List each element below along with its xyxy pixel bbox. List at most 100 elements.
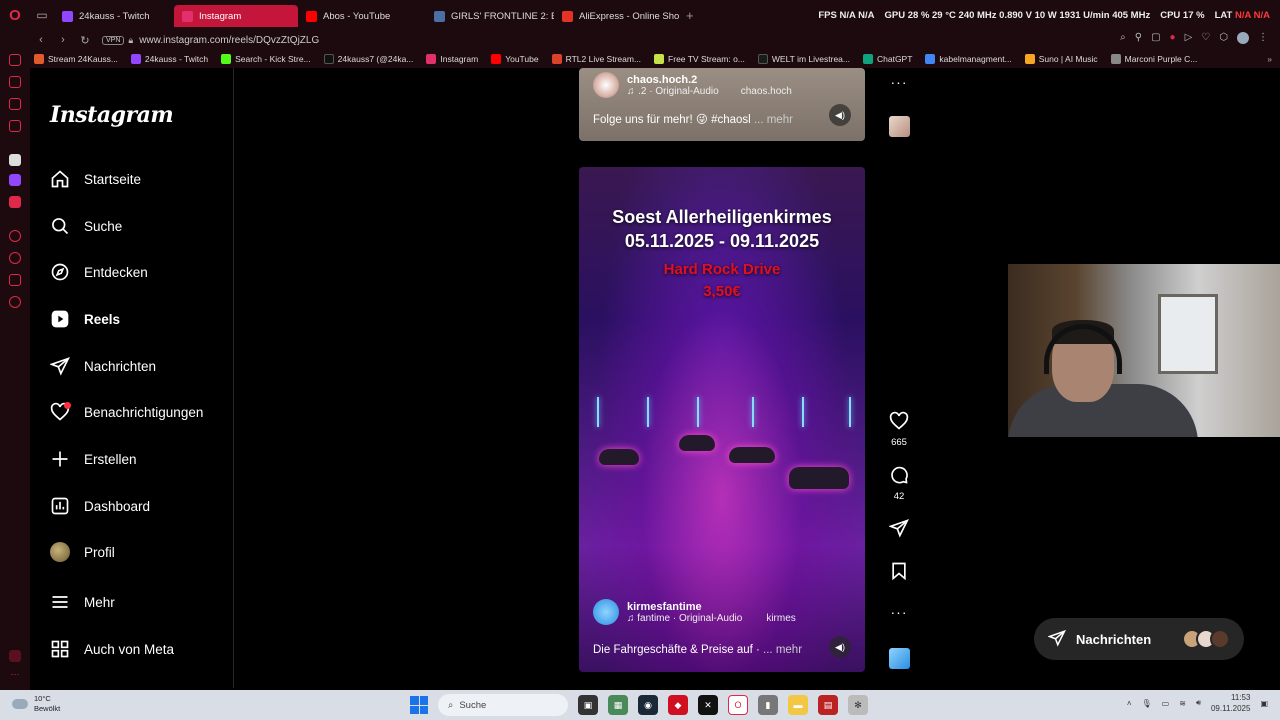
play-icon[interactable]: ▷ xyxy=(1185,32,1193,44)
mouse-app-icon[interactable]: ▮ xyxy=(758,695,778,715)
bookmark-item[interactable]: Marconi Purple C... xyxy=(1110,54,1197,64)
bookmark-item[interactable]: kabelmanagment... xyxy=(925,54,1012,64)
sidebar-settings-icon[interactable] xyxy=(9,296,21,308)
sidebar-chat-icon[interactable] xyxy=(9,76,21,88)
caption-more-link[interactable]: ... mehr xyxy=(763,644,802,656)
reel-current[interactable]: Soest Allerheiligenkirmes 05.11.2025 - 0… xyxy=(579,167,865,672)
bookmark-item[interactable]: 24kauss - Twitch xyxy=(130,54,208,64)
menu-dots-icon[interactable]: ⋮ xyxy=(1258,32,1268,44)
sidebar-music-icon[interactable] xyxy=(9,120,21,132)
app-red-icon[interactable]: ◆ xyxy=(668,695,688,715)
sidebar-extensions-icon[interactable] xyxy=(9,274,21,286)
nav-item-startseite[interactable]: Startseite xyxy=(50,166,141,192)
tab-twitch[interactable]: 24kauss - Twitch xyxy=(54,5,174,27)
app-media-icon[interactable]: ▤ xyxy=(818,695,838,715)
bookmark-item[interactable]: WELT im Livestrea... xyxy=(757,54,850,64)
clock[interactable]: 11:53 09.11.2025 xyxy=(1211,692,1250,714)
sidebar-twitch-icon[interactable] xyxy=(9,174,21,186)
audio-info[interactable]: ♫ .2 · Original-Audio chaos.hoch xyxy=(627,86,792,97)
author-username[interactable]: kirmesfantime xyxy=(627,601,796,613)
mute-button[interactable]: ◀︎) xyxy=(829,104,851,126)
record-icon[interactable]: ● xyxy=(1170,32,1176,44)
vpn-badge[interactable]: VPN xyxy=(102,35,125,45)
messages-pill[interactable]: Nachrichten xyxy=(1034,618,1244,660)
task-view-icon[interactable]: ▣ xyxy=(578,695,598,715)
extensions-icon[interactable]: ⬡ xyxy=(1219,32,1228,44)
reel-caption[interactable]: Folge uns für mehr! 😜 #chaosl ... mehr xyxy=(593,112,793,126)
nav-item-benachrichtigungen[interactable]: Benachrichtigungen xyxy=(50,399,203,425)
volume-icon[interactable]: 🔊︎ xyxy=(1196,698,1201,708)
bookmark-heart-icon[interactable]: ♡ xyxy=(1201,32,1210,44)
bookmark-item[interactable]: 24kauss7 (@24ka... xyxy=(323,54,413,64)
bookmark-item[interactable]: Free TV Stream: o... xyxy=(654,54,745,64)
tray-expand-icon[interactable]: ˄ xyxy=(1127,699,1132,708)
back-icon[interactable]: ‹ xyxy=(34,34,48,46)
nav-item-dashboard[interactable]: Dashboard xyxy=(50,493,150,519)
url-field[interactable]: www.instagram.com/reels/DQvzZtQjZLG xyxy=(139,35,319,46)
like-button[interactable]: 665 xyxy=(885,411,913,448)
author-avatar[interactable] xyxy=(593,599,619,625)
tab-instagram[interactable]: Instagram xyxy=(174,5,298,27)
nav-item-mehr[interactable]: Mehr xyxy=(50,589,115,615)
bookmark-item[interactable]: ChatGPT xyxy=(862,54,912,64)
opera-logo-icon[interactable]: O xyxy=(0,0,30,30)
bookmarks-overflow-icon[interactable]: » xyxy=(1267,54,1272,64)
workspaces-icon[interactable]: ▭ xyxy=(30,0,54,30)
more-options-button[interactable]: ··· xyxy=(885,604,913,620)
sidebar-youtube-icon[interactable] xyxy=(9,196,21,208)
more-options-top-button[interactable]: ··· xyxy=(885,74,913,90)
zoom-icon[interactable]: ⌕ xyxy=(1120,32,1126,44)
network-icon[interactable]: ▭ xyxy=(1162,699,1170,708)
profile-avatar-icon[interactable] xyxy=(1237,32,1249,44)
author-avatar[interactable] xyxy=(593,72,619,98)
reel-previous[interactable]: chaos.hoch.2 ♫ .2 · Original-Audio chaos.… xyxy=(579,68,865,141)
snapshot-icon[interactable]: ▢ xyxy=(1151,32,1160,44)
tab-girls-frontline[interactable]: GIRLS' FRONTLINE 2: EX xyxy=(426,5,554,27)
sidebar-history-icon[interactable] xyxy=(9,230,21,242)
caption-more-link[interactable]: ... mehr xyxy=(754,114,793,126)
bookmark-item[interactable]: Search - Kick Stre... xyxy=(221,54,311,64)
save-button[interactable] xyxy=(885,561,913,584)
weather-widget[interactable]: 10°C Bewölkt xyxy=(12,694,60,714)
nav-item-profil[interactable]: Profil xyxy=(50,539,115,565)
sidebar-aria-icon[interactable] xyxy=(9,154,21,166)
microphone-icon[interactable]: 🎙︎ xyxy=(1142,699,1152,708)
nav-item-auch-von-meta[interactable]: Auch von Meta xyxy=(50,636,174,662)
sidebar-more-icon[interactable]: ··· xyxy=(9,670,21,682)
steam-icon[interactable]: ◉ xyxy=(638,695,658,715)
nav-item-nachrichten[interactable]: Nachrichten xyxy=(50,353,156,379)
nav-item-entdecken[interactable]: Entdecken xyxy=(50,259,148,285)
notifications-icon[interactable]: ▣ xyxy=(1260,699,1268,708)
mute-button[interactable]: ◀︎) xyxy=(829,636,851,658)
opera-gx-icon[interactable]: O xyxy=(728,695,748,715)
nav-item-reels[interactable]: Reels xyxy=(50,306,120,332)
wifi-icon[interactable]: ≋ xyxy=(1179,699,1186,708)
sidebar-messenger-icon[interactable] xyxy=(9,98,21,110)
bookmark-item[interactable]: YouTube xyxy=(491,54,539,64)
bookmark-item[interactable]: RTL2 Live Stream... xyxy=(551,54,641,64)
settings-icon[interactable]: ✻ xyxy=(848,695,868,715)
instagram-logo[interactable]: Instagram xyxy=(50,102,174,128)
reload-icon[interactable]: ↻ xyxy=(78,34,92,47)
tab-youtube[interactable]: Abos - YouTube xyxy=(298,5,426,27)
sidebar-opera-icon[interactable] xyxy=(9,54,21,66)
calculator-icon[interactable]: ▦ xyxy=(608,695,628,715)
bookmark-item[interactable]: Instagram xyxy=(426,54,478,64)
audio-info[interactable]: ♫ fantime · Original-Audio kirmes xyxy=(627,613,796,624)
taskbar-search[interactable]: ⌕ Suche xyxy=(438,694,568,716)
nav-item-suche[interactable]: Suche xyxy=(50,213,122,239)
forward-icon[interactable]: › xyxy=(56,34,70,46)
author-username[interactable]: chaos.hoch.2 xyxy=(627,74,792,86)
sidebar-clock-icon[interactable] xyxy=(9,252,21,264)
new-tab-button[interactable]: + xyxy=(680,8,700,23)
tab-aliexpress[interactable]: AliExpress - Online Shopp xyxy=(554,5,680,27)
share-button[interactable] xyxy=(885,518,913,541)
bookmark-item[interactable]: Stream 24Kauss... xyxy=(34,54,118,64)
pin-icon[interactable]: ⚲ xyxy=(1135,32,1142,44)
reel-caption[interactable]: Die Fahrgeschäfte & Preise auf · ... meh… xyxy=(593,644,802,656)
file-explorer-icon[interactable]: ▬ xyxy=(788,695,808,715)
windows-start-icon[interactable] xyxy=(410,696,428,714)
sidebar-gx-icon[interactable] xyxy=(9,650,21,662)
app-black-icon[interactable]: ✕ xyxy=(698,695,718,715)
bookmark-item[interactable]: Suno | AI Music xyxy=(1024,54,1098,64)
